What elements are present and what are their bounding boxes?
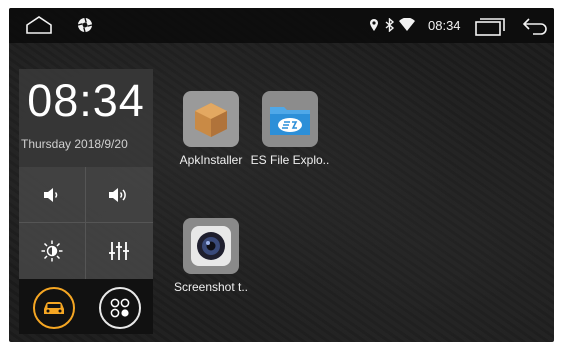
location-icon bbox=[369, 18, 379, 37]
clock-panel: 08:34 Thursday 2018/9/20 bbox=[19, 69, 153, 167]
launcher-screen: 08:34 08:34 Thursday 2018/9/20 ApkInstal… bbox=[9, 8, 554, 342]
status-time: 08:34 bbox=[428, 18, 461, 33]
app-screenshot[interactable]: Screenshot t.. bbox=[166, 218, 256, 294]
app-label: ES File Explo.. bbox=[250, 153, 330, 167]
brightness-button[interactable] bbox=[19, 223, 85, 278]
equalizer-button[interactable] bbox=[86, 223, 152, 278]
package-icon bbox=[183, 91, 239, 147]
car-icon bbox=[44, 302, 64, 314]
wifi-icon bbox=[399, 17, 415, 36]
status-bar: 08:34 bbox=[9, 8, 554, 43]
clock-date: Thursday 2018/9/20 bbox=[21, 137, 128, 151]
app-label: ApkInstaller bbox=[179, 153, 243, 167]
volume-down-button[interactable] bbox=[19, 167, 85, 222]
recent-apps-icon[interactable] bbox=[475, 18, 505, 41]
app-label: Screenshot t.. bbox=[173, 280, 249, 294]
home-icon[interactable] bbox=[26, 16, 52, 39]
camera-icon bbox=[183, 218, 239, 274]
equalizer-icon bbox=[109, 241, 129, 260]
clock-time: 08:34 bbox=[27, 75, 145, 126]
app-apkinstaller[interactable]: ApkInstaller bbox=[166, 91, 256, 167]
app-es-file-explorer[interactable]: ES File Explo.. bbox=[245, 91, 335, 167]
volume-up-button[interactable] bbox=[86, 167, 152, 222]
clock-widget: 08:34 Thursday 2018/9/20 bbox=[19, 69, 153, 334]
brightness-icon bbox=[41, 240, 63, 261]
back-icon[interactable] bbox=[522, 17, 549, 40]
apps-button[interactable] bbox=[99, 287, 141, 329]
bluetooth-icon bbox=[385, 17, 395, 37]
volume-up-icon bbox=[109, 187, 126, 202]
car-button[interactable] bbox=[33, 287, 75, 329]
settings-icon[interactable] bbox=[77, 17, 93, 38]
es-file-explorer-icon bbox=[262, 91, 318, 147]
widget-bottom-row bbox=[19, 279, 153, 334]
quick-controls bbox=[19, 167, 153, 279]
volume-down-icon bbox=[44, 187, 58, 202]
apps-icon bbox=[110, 298, 130, 318]
